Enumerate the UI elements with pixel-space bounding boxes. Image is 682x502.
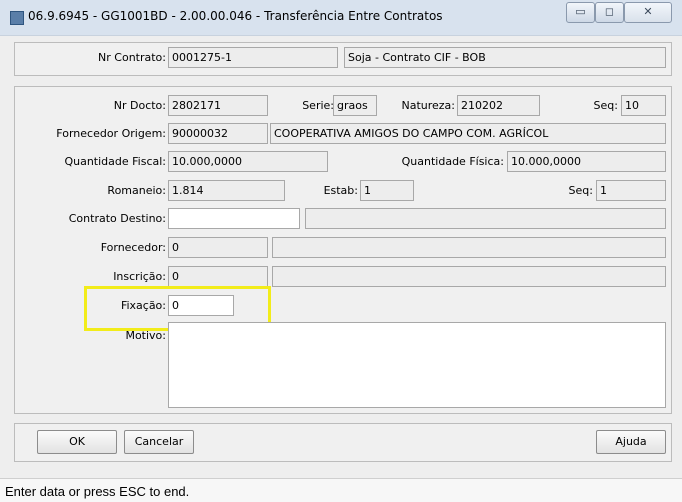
contrato-destino-desc-field — [305, 208, 666, 229]
fornecedor-origem-code-field: 90000032 — [168, 123, 268, 144]
qtd-fiscal-label: Quantidade Fiscal: — [64, 155, 166, 168]
fornecedor-desc-field — [272, 237, 666, 258]
estab-field: 1 — [360, 180, 414, 201]
app-icon — [10, 11, 24, 25]
serie-field: graos — [333, 95, 377, 116]
seq-2-label: Seq: — [568, 184, 593, 197]
window-title: 06.9.6945 - GG1001BD - 2.00.00.046 - Tra… — [28, 9, 443, 23]
maximize-button[interactable]: ◻ — [595, 2, 624, 23]
nr-contrato-field[interactable]: 0001275-1 — [168, 47, 338, 68]
seq-field: 10 — [621, 95, 666, 116]
qtd-fisica-label: Quantidade Física: — [401, 155, 504, 168]
inscricao-desc-field — [272, 266, 666, 287]
inscricao-field: 0 — [168, 266, 268, 287]
estab-label: Estab: — [323, 184, 358, 197]
nr-docto-field: 2802171 — [168, 95, 268, 116]
fornecedor-label: Fornecedor: — [100, 241, 166, 254]
inscricao-label: Inscrição: — [113, 270, 166, 283]
qtd-fiscal-field: 10.000,0000 — [168, 151, 328, 172]
minimize-button[interactable]: ▭ — [566, 2, 595, 23]
contrato-desc-field: Soja - Contrato CIF - BOB — [344, 47, 666, 68]
nr-docto-label: Nr Docto: — [113, 99, 166, 112]
maximize-icon: ◻ — [604, 5, 615, 18]
seq-2-field: 1 — [596, 180, 666, 201]
contrato-destino-field[interactable] — [168, 208, 300, 229]
close-icon: ✕ — [643, 5, 653, 18]
contrato-destino-label: Contrato Destino: — [68, 212, 166, 225]
cancel-button[interactable]: Cancelar — [124, 430, 194, 454]
status-bar: Enter data or press ESC to end. — [0, 478, 682, 502]
motivo-textarea[interactable] — [168, 322, 666, 408]
fornecedor-origem-name-field: COOPERATIVA AMIGOS DO CAMPO COM. AGRÍCOL — [270, 123, 666, 144]
status-text: Enter data or press ESC to end. — [5, 484, 190, 499]
fornecedor-origem-label: Fornecedor Origem: — [56, 127, 166, 140]
title-bar: 06.9.6945 - GG1001BD - 2.00.00.046 - Tra… — [0, 0, 682, 36]
motivo-label: Motivo: — [125, 329, 166, 342]
ok-button[interactable]: OK — [37, 430, 117, 454]
romaneio-field: 1.814 — [168, 180, 285, 201]
natureza-field: 210202 — [457, 95, 540, 116]
minimize-icon: ▭ — [575, 5, 586, 18]
seq-label: Seq: — [593, 99, 618, 112]
fornecedor-field: 0 — [168, 237, 268, 258]
close-button[interactable]: ✕ — [624, 2, 672, 23]
help-button[interactable]: Ajuda — [596, 430, 666, 454]
romaneio-label: Romaneio: — [107, 184, 166, 197]
serie-label: Serie: — [302, 99, 334, 112]
natureza-label: Natureza: — [401, 99, 455, 112]
qtd-fisica-field: 10.000,0000 — [507, 151, 666, 172]
nr-contrato-label: Nr Contrato: — [98, 51, 166, 64]
